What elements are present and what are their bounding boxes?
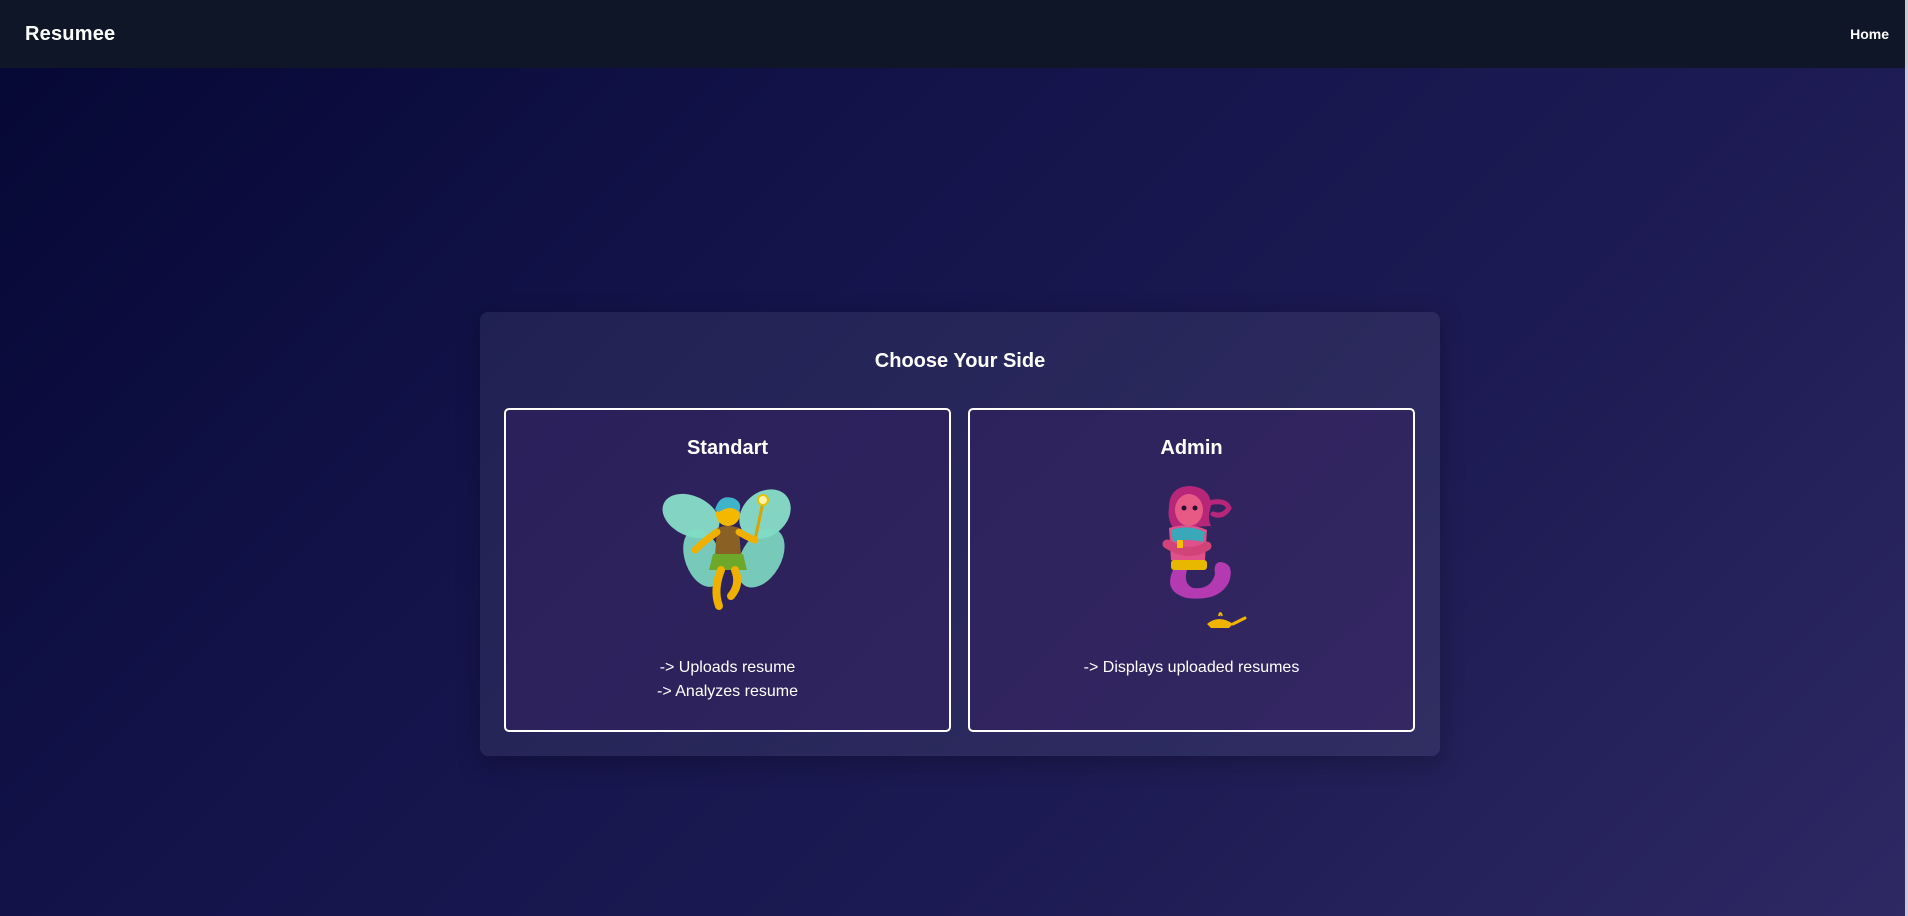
top-navbar: Resumee Home (0, 0, 1905, 68)
fairy-icon (662, 489, 791, 610)
card-title-admin: Admin (1160, 437, 1223, 459)
card-title-standart: Standart (686, 437, 769, 459)
admin-card[interactable]: Admin -> Displays uploaded resumes (968, 408, 1415, 732)
standart-description: -> Uploads resume -> Analyzes resume (506, 656, 949, 704)
nav-home-link[interactable]: Home (1850, 26, 1889, 42)
admin-description: -> Displays uploaded resumes (970, 656, 1413, 680)
panel-title: Choose Your Side (874, 350, 1046, 372)
standart-feature-analyze: -> Analyzes resume (657, 683, 798, 700)
choose-side-panel: Choose Your Side Standart -> Uploads res… (480, 312, 1440, 756)
standart-feature-upload: -> Uploads resume (659, 659, 796, 676)
admin-feature-display: -> Displays uploaded resumes (1083, 659, 1300, 676)
genie-icon (1162, 486, 1246, 628)
standart-card[interactable]: Standart -> Uploads resume -> Analyzes r… (504, 408, 951, 732)
brand-logo[interactable]: Resumee (25, 23, 115, 46)
